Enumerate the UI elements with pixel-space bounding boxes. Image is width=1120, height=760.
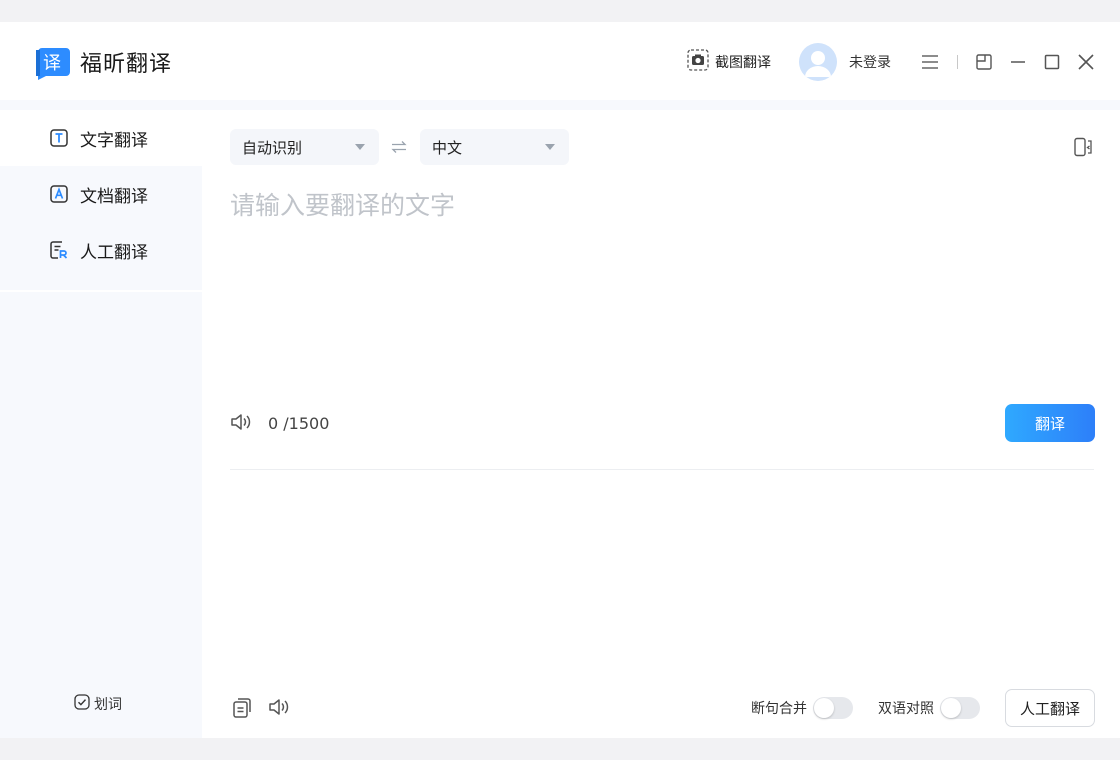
title-bar: 译 福昕翻译 截图翻译 未登录 (0, 22, 1120, 100)
menu-icon[interactable] (921, 54, 939, 70)
screenshot-translate-button[interactable]: 截图翻译 (687, 49, 771, 75)
brand: 译 福昕翻译 (34, 42, 172, 82)
word-pick-label: 划词 (94, 697, 122, 713)
output-speaker-icon[interactable] (268, 697, 292, 721)
input-speaker-icon[interactable] (230, 412, 254, 436)
camera-icon (687, 49, 709, 75)
app-logo-icon: 译 (34, 42, 74, 82)
user-avatar[interactable] (799, 43, 837, 81)
sidebar-nav: 文字翻译 文档翻译 人工翻译 (0, 110, 202, 292)
source-text-input[interactable] (230, 188, 1094, 368)
sidebar-item-label: 文字翻译 (80, 130, 148, 151)
title-bar-separator (957, 55, 958, 69)
human-translate-button[interactable]: 人工翻译 (1005, 689, 1095, 727)
source-language-select[interactable]: 自动识别 (230, 129, 379, 165)
character-counter: 0 /1500 (268, 414, 330, 433)
source-language-value: 自动识别 (242, 138, 303, 157)
checkbox-checked-icon (74, 694, 90, 714)
app-logo-glyph: 译 (43, 53, 61, 74)
copy-icon[interactable] (232, 698, 252, 722)
caret-down-icon (545, 144, 555, 150)
input-output-divider (230, 469, 1094, 470)
sidebar-item-text-translate[interactable]: 文字翻译 (0, 110, 202, 166)
translate-panel: 自动识别 中文 0 /1500 翻译 (202, 110, 1120, 738)
title-bar-actions: 截图翻译 未登录 (687, 43, 1094, 81)
sidebar-item-label: 文档翻译 (80, 186, 148, 207)
screenshot-translate-label: 截图翻译 (715, 55, 771, 71)
maximize-icon[interactable] (1044, 54, 1060, 70)
sidebar: 文字翻译 文档翻译 人工翻译 划词 (0, 110, 202, 738)
mini-mode-icon[interactable] (976, 54, 992, 70)
bilingual-option: 双语对照 (878, 697, 980, 719)
text-translate-icon (50, 129, 68, 147)
target-language-value: 中文 (432, 138, 463, 157)
caret-down-icon (355, 144, 365, 150)
close-icon[interactable] (1078, 54, 1094, 70)
bilingual-toggle[interactable] (940, 697, 980, 719)
swap-languages-icon[interactable] (391, 139, 407, 158)
toggle-knob (814, 698, 834, 718)
human-translate-icon (50, 241, 68, 259)
sentence-merge-toggle[interactable] (813, 697, 853, 719)
document-translate-icon (50, 185, 68, 203)
sidebar-item-human-translate[interactable]: 人工翻译 (0, 222, 202, 278)
target-language-select[interactable]: 中文 (420, 129, 569, 165)
app-window: 译 福昕翻译 截图翻译 未登录 文字翻译 文档翻译 人工翻译 划词 自动识别 中… (0, 22, 1120, 738)
header-divider-strip (0, 100, 1120, 110)
app-title: 福昕翻译 (80, 52, 173, 77)
login-status[interactable]: 未登录 (849, 52, 891, 72)
translate-button[interactable]: 翻译 (1005, 404, 1095, 442)
sentence-merge-option: 断句合并 (751, 697, 853, 719)
word-pick-checkbox[interactable]: 划词 (74, 694, 122, 714)
sidebar-item-label: 人工翻译 (80, 242, 148, 263)
sentence-merge-label: 断句合并 (751, 701, 807, 717)
toggle-knob (941, 698, 961, 718)
minimize-icon[interactable] (1010, 54, 1026, 70)
sidebar-item-document-translate[interactable]: 文档翻译 (0, 166, 202, 222)
layout-toggle-icon[interactable] (1074, 137, 1094, 161)
bilingual-label: 双语对照 (878, 701, 934, 717)
